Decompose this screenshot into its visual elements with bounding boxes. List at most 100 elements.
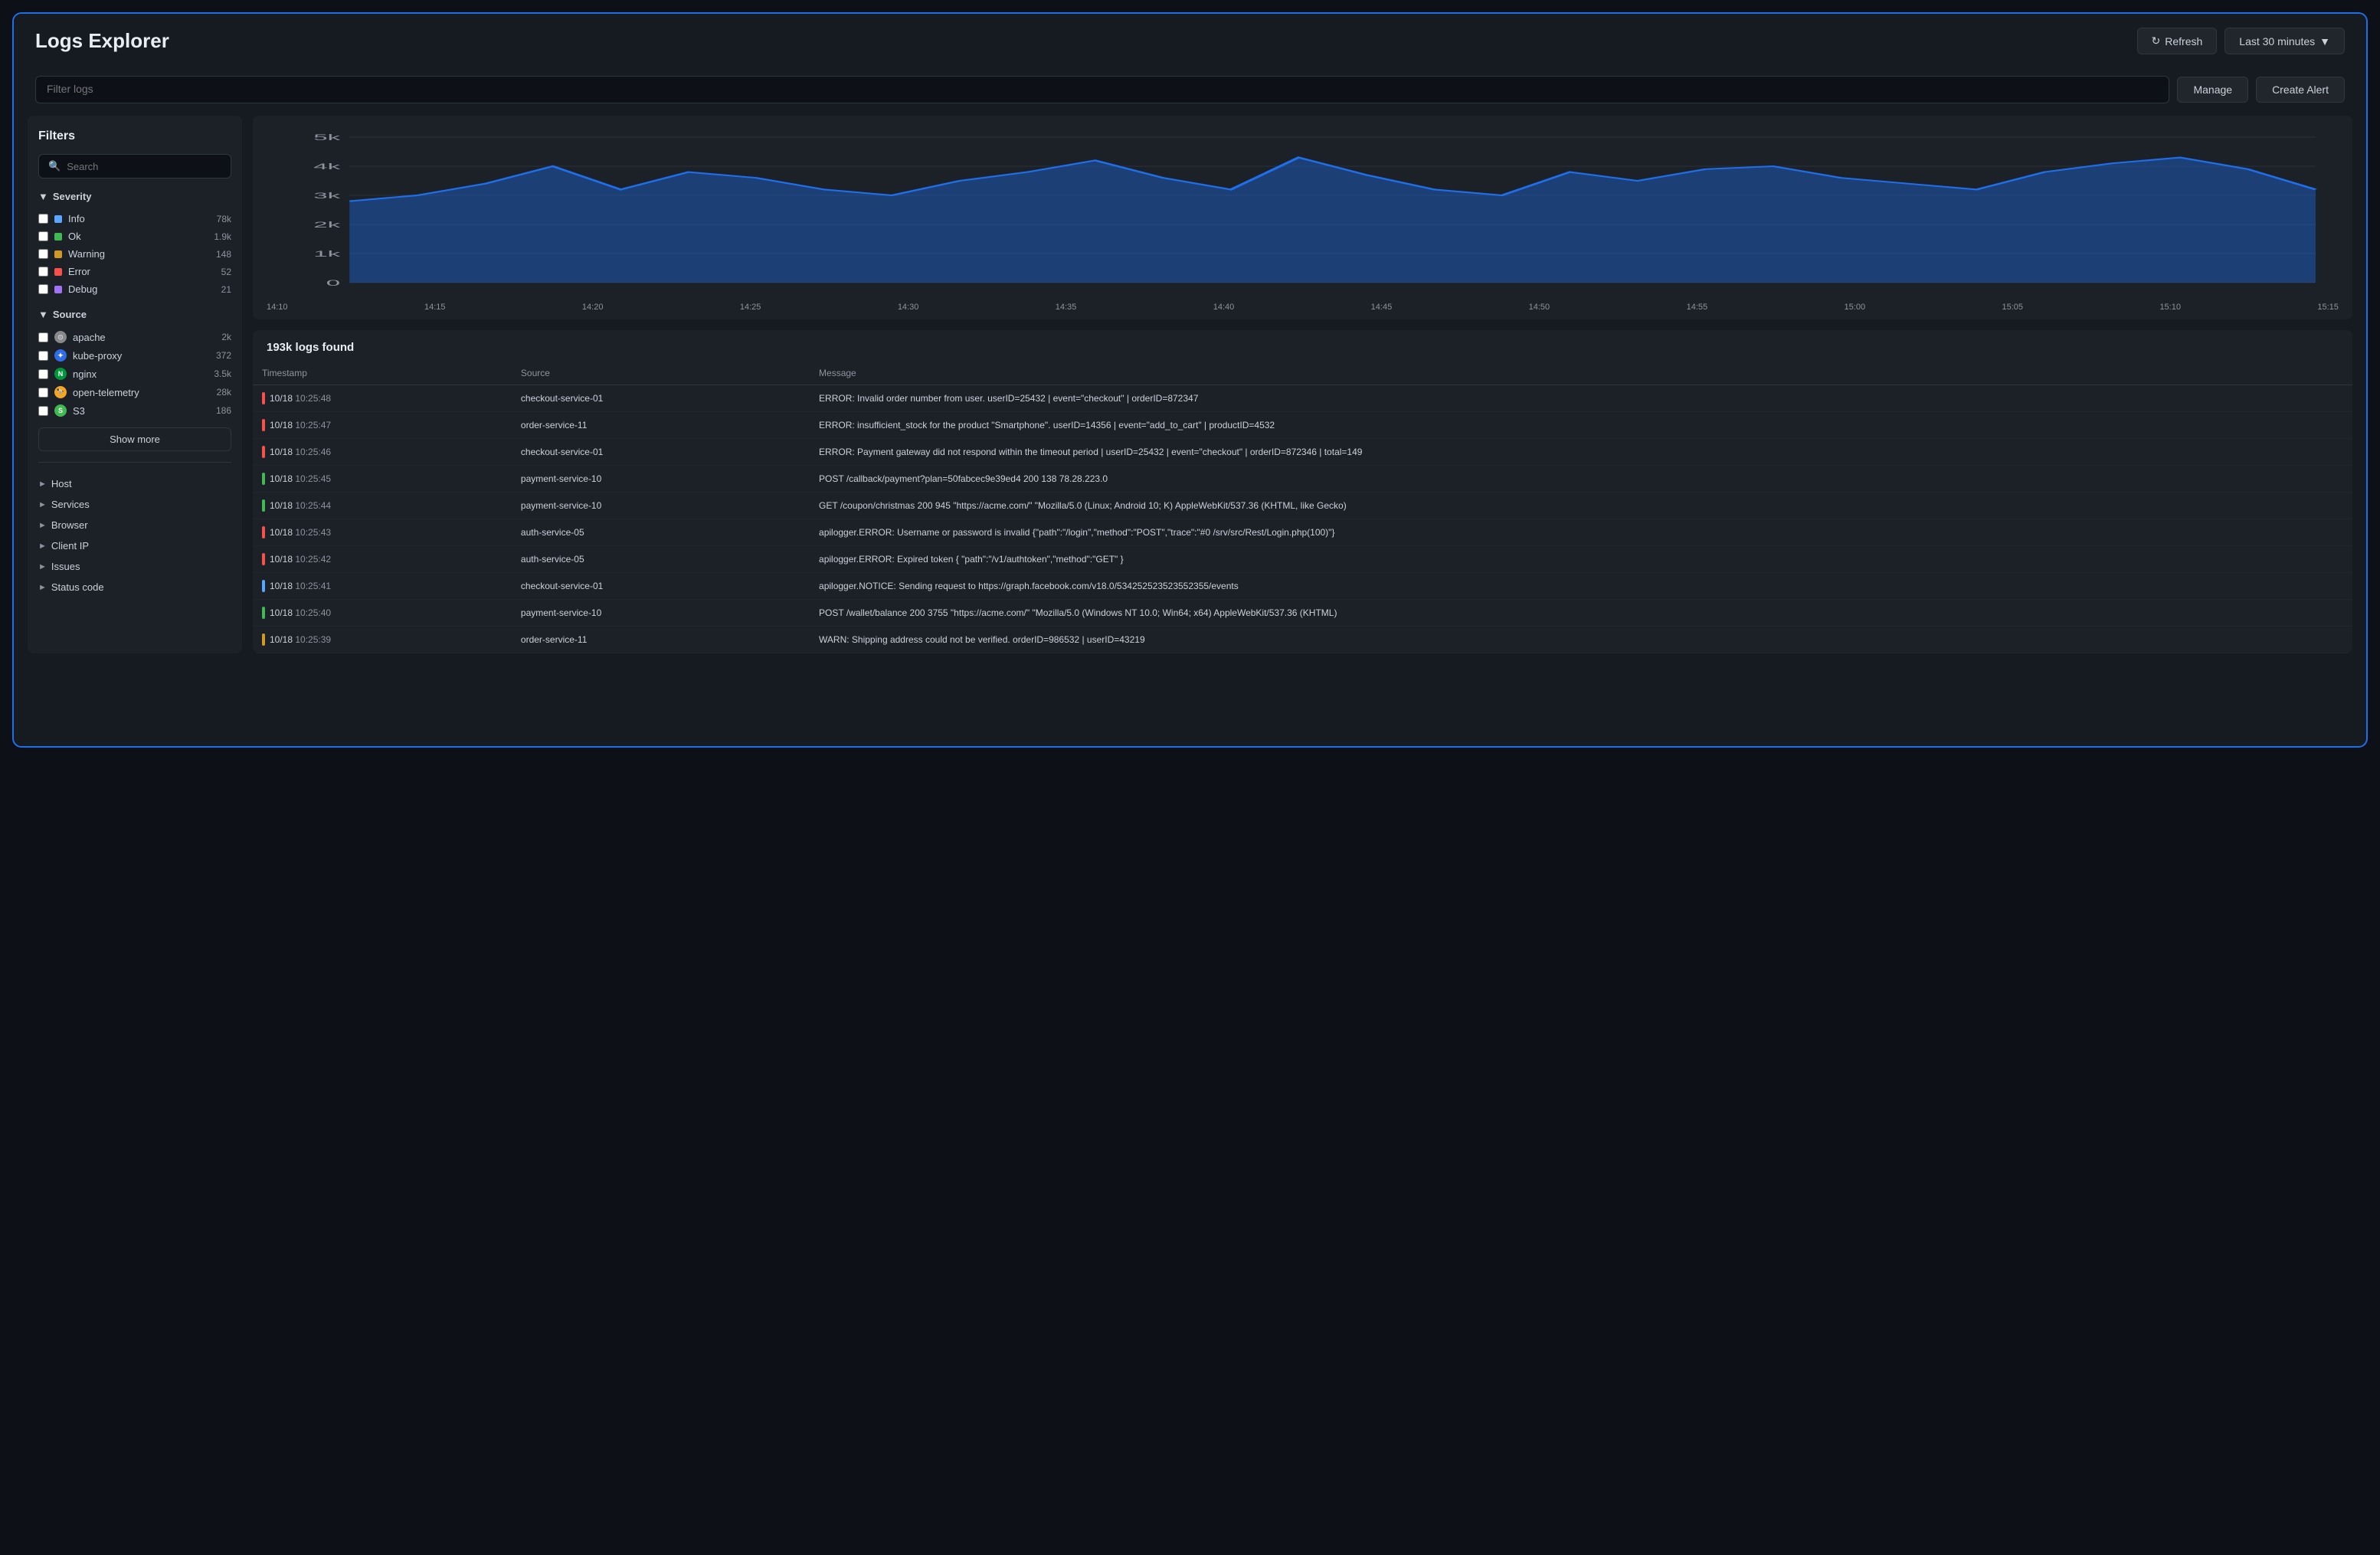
timestamp-cell: 10/18 10:25:45 xyxy=(253,466,512,493)
date: 10/18 xyxy=(270,607,295,618)
time: 10:25:42 xyxy=(295,554,331,565)
severity-count: 1.9k xyxy=(214,231,231,242)
source-item[interactable]: N nginx 3.5k xyxy=(38,365,231,383)
severity-checkbox[interactable] xyxy=(38,231,48,241)
table-row[interactable]: 10/18 10:25:42auth-service-05apilogger.E… xyxy=(253,546,2352,573)
source-checkbox[interactable] xyxy=(38,332,48,342)
message-cell: GET /coupon/christmas 200 945 "https://a… xyxy=(810,493,2352,519)
level-indicator xyxy=(262,553,265,565)
level-indicator xyxy=(262,633,265,646)
severity-checkbox[interactable] xyxy=(38,214,48,224)
severity-item[interactable]: Warning 148 xyxy=(38,245,231,263)
collapsible-browser[interactable]: ►Browser xyxy=(38,515,231,535)
chevron-right-icon: ► xyxy=(38,583,47,592)
source-checkbox[interactable] xyxy=(38,369,48,379)
time: 10:25:46 xyxy=(295,447,331,457)
collapsible-issues[interactable]: ►Issues xyxy=(38,556,231,577)
table-row[interactable]: 10/18 10:25:48checkout-service-01ERROR: … xyxy=(253,385,2352,412)
source-cell: order-service-11 xyxy=(512,627,810,653)
collapsibles-list: ►Host►Services►Browser►Client IP►Issues►… xyxy=(38,473,231,597)
severity-checkbox[interactable] xyxy=(38,267,48,277)
source-name: nginx xyxy=(73,368,97,380)
collapsible-services[interactable]: ►Services xyxy=(38,494,231,515)
time: 10:25:43 xyxy=(295,527,331,538)
timestamp-cell: 10/18 10:25:40 xyxy=(253,600,512,627)
table-row[interactable]: 10/18 10:25:47order-service-11ERROR: ins… xyxy=(253,412,2352,439)
logs-table-header: TimestampSourceMessage xyxy=(253,362,2352,385)
severity-item[interactable]: Debug 21 xyxy=(38,280,231,298)
filter-input[interactable] xyxy=(47,83,2158,95)
chart-x-label: 15:15 xyxy=(2317,303,2339,312)
source-icon: ⊙ xyxy=(54,331,67,343)
severity-dot xyxy=(54,215,62,223)
severity-item[interactable]: Error 52 xyxy=(38,263,231,280)
time: 10:25:45 xyxy=(295,473,331,484)
severity-section-header[interactable]: ▼ Severity xyxy=(38,191,231,202)
table-row[interactable]: 10/18 10:25:41checkout-service-01apilogg… xyxy=(253,573,2352,600)
timestamp-cell: 10/18 10:25:44 xyxy=(253,493,512,519)
source-cell: auth-service-05 xyxy=(512,546,810,573)
collapsible-host[interactable]: ►Host xyxy=(38,473,231,494)
logs-table: TimestampSourceMessage 10/18 10:25:48che… xyxy=(253,362,2352,653)
logs-count: 193k logs found xyxy=(253,330,2352,362)
severity-item[interactable]: Ok 1.9k xyxy=(38,228,231,245)
severity-name: Debug xyxy=(68,283,97,295)
source-cell: checkout-service-01 xyxy=(512,385,810,412)
severity-dot xyxy=(54,268,62,276)
chart-x-label: 14:35 xyxy=(1056,303,1077,312)
message-cell: ERROR: Invalid order number from user. u… xyxy=(810,385,2352,412)
severity-checkbox[interactable] xyxy=(38,249,48,259)
severity-item[interactable]: Info 78k xyxy=(38,210,231,228)
level-indicator xyxy=(262,499,265,512)
chart-x-label: 14:15 xyxy=(424,303,446,312)
collapsible-status-code[interactable]: ►Status code xyxy=(38,577,231,597)
svg-text:2k: 2k xyxy=(313,221,341,230)
table-row[interactable]: 10/18 10:25:43auth-service-05apilogger.E… xyxy=(253,519,2352,546)
chart-x-label: 15:00 xyxy=(1845,303,1866,312)
header-actions: ↻ Refresh Last 30 minutes ▼ xyxy=(2137,28,2345,54)
show-more-button[interactable]: Show more xyxy=(38,427,231,451)
date: 10/18 xyxy=(270,473,295,484)
source-item[interactable]: 🔭 open-telemetry 28k xyxy=(38,383,231,401)
source-cell: order-service-11 xyxy=(512,412,810,439)
search-box[interactable]: 🔍 xyxy=(38,154,231,178)
severity-name: Info xyxy=(68,213,85,224)
severity-count: 52 xyxy=(221,267,231,277)
filter-input-wrapper[interactable] xyxy=(35,76,2169,103)
source-item[interactable]: ✦ kube-proxy 372 xyxy=(38,346,231,365)
collapsible-client-ip[interactable]: ►Client IP xyxy=(38,535,231,556)
time-range-button[interactable]: Last 30 minutes ▼ xyxy=(2224,28,2345,54)
column-header: Message xyxy=(810,362,2352,385)
severity-list: Info 78k Ok 1.9k Warning 148 Error 52 De… xyxy=(38,210,231,298)
chart-container: 5k4k3k2k1k0 14:1014:1514:2014:2514:3014:… xyxy=(253,116,2352,319)
source-name: kube-proxy xyxy=(73,350,122,362)
source-section-header[interactable]: ▼ Source xyxy=(38,309,231,320)
source-count: 3.5k xyxy=(214,368,231,379)
create-alert-button[interactable]: Create Alert xyxy=(2256,77,2345,103)
table-row[interactable]: 10/18 10:25:44payment-service-10GET /cou… xyxy=(253,493,2352,519)
timestamp-cell: 10/18 10:25:39 xyxy=(253,627,512,653)
source-checkbox[interactable] xyxy=(38,406,48,416)
source-item[interactable]: S S3 186 xyxy=(38,401,231,420)
source-checkbox[interactable] xyxy=(38,351,48,361)
svg-text:0: 0 xyxy=(326,279,340,288)
refresh-icon: ↻ xyxy=(2152,34,2161,47)
refresh-button[interactable]: ↻ Refresh xyxy=(2137,28,2218,54)
chart-x-label: 14:10 xyxy=(267,303,288,312)
source-icon: S xyxy=(54,404,67,417)
logs-container: 193k logs found TimestampSourceMessage 1… xyxy=(253,330,2352,653)
table-row[interactable]: 10/18 10:25:46checkout-service-01ERROR: … xyxy=(253,439,2352,466)
source-checkbox[interactable] xyxy=(38,388,48,398)
collapsible-label: Services xyxy=(51,499,90,510)
table-row[interactable]: 10/18 10:25:45payment-service-10POST /ca… xyxy=(253,466,2352,493)
source-item[interactable]: ⊙ apache 2k xyxy=(38,328,231,346)
sidebar-search-input[interactable] xyxy=(67,161,221,172)
content-area: 5k4k3k2k1k0 14:1014:1514:2014:2514:3014:… xyxy=(253,116,2352,653)
table-row[interactable]: 10/18 10:25:39order-service-11WARN: Ship… xyxy=(253,627,2352,653)
column-header: Timestamp xyxy=(253,362,512,385)
date: 10/18 xyxy=(270,447,295,457)
table-row[interactable]: 10/18 10:25:40payment-service-10POST /wa… xyxy=(253,600,2352,627)
manage-button[interactable]: Manage xyxy=(2177,77,2248,103)
severity-checkbox[interactable] xyxy=(38,284,48,294)
time: 10:25:40 xyxy=(295,607,331,618)
